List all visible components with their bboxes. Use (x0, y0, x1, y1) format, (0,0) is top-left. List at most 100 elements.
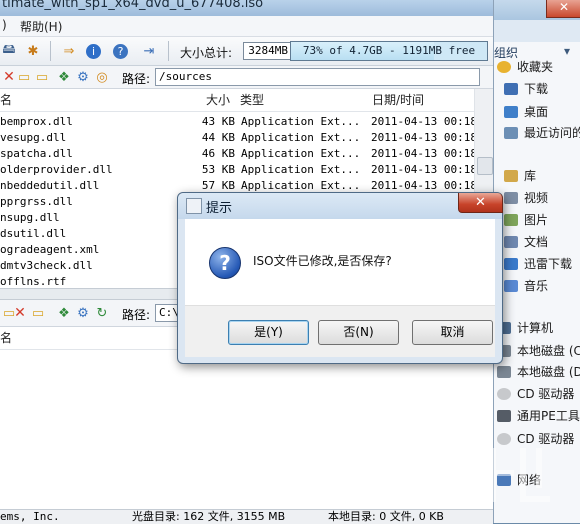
file-name-cell: offlns.rtf (0, 275, 67, 288)
nav-item[interactable]: 文档 (504, 232, 548, 252)
pictures-library-icon (504, 214, 518, 226)
exit-icon[interactable]: ⇥ (140, 42, 158, 60)
column-header-date[interactable]: 日期/时间 (372, 89, 424, 111)
app-window-icon (186, 198, 202, 214)
table-row[interactable]: spatcha.dll 46 KB Application Ext... 2011-0… (0, 146, 474, 162)
nav-item-label: 图片 (524, 213, 549, 227)
nav-item[interactable]: 本地磁盘 (D (497, 362, 580, 382)
properties-icon[interactable]: ◎ (93, 68, 111, 86)
file-type-cell: Application Ext... (241, 147, 361, 160)
file-name-cell: vesupg.dll (0, 131, 67, 144)
nav-item[interactable]: 下载 (504, 79, 548, 99)
extract-icon[interactable]: ⇒ (60, 42, 78, 60)
info-icon[interactable]: i (86, 44, 101, 59)
table-row[interactable]: vesupg.dll 44 KB Application Ext... 2011-04… (0, 130, 474, 146)
local-column-header-name[interactable]: 名 (0, 327, 12, 349)
delete-icon[interactable]: ✕ (11, 304, 29, 322)
nav-item[interactable]: 本地磁盘 (C (497, 341, 580, 361)
cancel-button[interactable]: 取消 (412, 320, 493, 345)
nav-item[interactable]: 迅雷下载 (504, 254, 572, 274)
nav-item-label: 文档 (524, 235, 549, 249)
size-total-value: 3284MB (243, 42, 291, 60)
nav-item[interactable]: CD 驱动器 (497, 384, 574, 404)
nav-item-label: 桌面 (524, 105, 549, 119)
header-divider (0, 111, 474, 112)
no-button[interactable]: 否(N) (318, 320, 399, 345)
local-path-label: 路径: (122, 308, 151, 322)
menu-bar: ) 帮助(H) (0, 16, 493, 37)
nav-item-label: 收藏夹 (517, 60, 554, 74)
scrollbar-thumb[interactable] (477, 157, 493, 175)
nav-item[interactable]: 收藏夹 (497, 57, 553, 77)
yes-button[interactable]: 是(Y) (228, 320, 309, 345)
dialog-title-bar[interactable]: 提示 ✕ (178, 193, 503, 219)
nav-item-label: 计算机 (517, 321, 554, 335)
window-title-bar[interactable]: timate_with_sp1_x64_dvd_u_677408.iso (0, 0, 493, 16)
new-folder-icon[interactable]: ▭ (29, 304, 47, 322)
nav-item[interactable]: 图片 (504, 210, 548, 230)
size-total-label: 大小总计: (180, 46, 233, 60)
cd-drive-icon (497, 388, 511, 400)
table-row[interactable]: olderprovider.dll 53 KB Application Ext...… (0, 162, 474, 178)
close-icon: ✕ (475, 195, 486, 210)
nav-item[interactable]: 最近访问的 (504, 123, 580, 143)
drive-icon[interactable]: 🖴 (0, 42, 18, 60)
explorer-command-bar: 组织 ▾ (494, 20, 580, 60)
video-library-icon (504, 192, 518, 204)
file-name-cell: nsupg.dll (0, 211, 60, 224)
nav-item[interactable]: 通用PE工具 (497, 406, 580, 426)
documents-library-icon (504, 236, 518, 248)
nav-item-label: 最近访问的 (524, 126, 580, 140)
nav-item-label: CD 驱动器 (517, 387, 575, 401)
nav-item[interactable]: 音乐 (504, 276, 548, 296)
iso-browser-toolbar: ✕ ▭ ▭ ❖ ⚙ ◎ 路径: /sources (0, 66, 493, 89)
explorer-close-button[interactable]: ✕ (546, 0, 580, 18)
file-date-cell: 2011-04-13 00:18 (371, 163, 474, 176)
nav-item-label: 下载 (524, 82, 549, 96)
nav-item[interactable]: 计算机 (497, 318, 553, 338)
nav-item[interactable]: 库 (504, 166, 536, 186)
file-size-cell: 53 KB (201, 163, 235, 176)
nav-item-label: 库 (524, 169, 537, 183)
nav-item[interactable]: 视频 (504, 188, 548, 208)
dialog-close-button[interactable]: ✕ (458, 193, 503, 213)
column-header-type[interactable]: 类型 (240, 89, 264, 111)
dialog-message: ISO文件已修改,是否保存? (253, 254, 392, 268)
new-folder-icon[interactable]: ▭ (15, 68, 33, 86)
dialog-title: 提示 (206, 201, 233, 216)
file-date-cell: 2011-04-13 00:18 (371, 147, 474, 160)
boot-icon[interactable]: ❖ (55, 68, 73, 86)
iso-path-input[interactable]: /sources (155, 68, 480, 86)
nav-item-label: 音乐 (524, 279, 549, 293)
dialog-body: ? ISO文件已修改,是否保存? (185, 219, 495, 305)
table-row[interactable]: bemprox.dll 43 KB Application Ext... 2011-0… (0, 114, 474, 130)
star-icon (497, 61, 511, 73)
folder-icon[interactable]: ▭ (33, 68, 51, 86)
settings-gear-icon[interactable]: ⚙ (74, 68, 92, 86)
menu-item-prev[interactable]: ) (2, 18, 7, 32)
explorer-title-bar[interactable]: ✕ (494, 0, 580, 20)
thunder-download-icon (504, 258, 518, 270)
file-name-cell: spatcha.dll (0, 147, 73, 160)
file-size-cell: 46 KB (201, 147, 235, 160)
toolbar-separator (50, 41, 51, 61)
nav-item-label: 本地磁盘 (D (517, 365, 580, 379)
status-local-dir: 本地目录: 0 文件, 0 KB (328, 510, 444, 523)
file-type-cell: Application Ext... (241, 115, 361, 128)
capacity-bar: 73% of 4.7GB - 1191MB free (290, 41, 488, 61)
nav-item[interactable]: 桌面 (504, 102, 548, 122)
column-header-size[interactable]: 大小 (206, 89, 230, 111)
column-header-name[interactable]: 名 (0, 89, 12, 111)
iso-path-label: 路径: (122, 72, 151, 86)
globe-icon[interactable]: ❖ (55, 304, 73, 322)
status-disc-dir: 光盘目录: 162 文件, 3155 MB (132, 510, 286, 523)
menu-help[interactable]: 帮助(H) (20, 18, 62, 35)
file-name-cell: dsutil.dll (0, 227, 67, 240)
help-icon[interactable]: ? (113, 44, 128, 59)
refresh-icon[interactable]: ↻ (93, 304, 111, 322)
settings-gear-icon[interactable]: ⚙ (74, 304, 92, 322)
file-date-cell: 2011-04-13 00:18 (371, 131, 474, 144)
file-name-cell: bemprox.dll (0, 115, 73, 128)
file-name-cell: dmtv3check.dll (0, 259, 93, 272)
burn-icon[interactable]: ✱ (24, 42, 42, 60)
